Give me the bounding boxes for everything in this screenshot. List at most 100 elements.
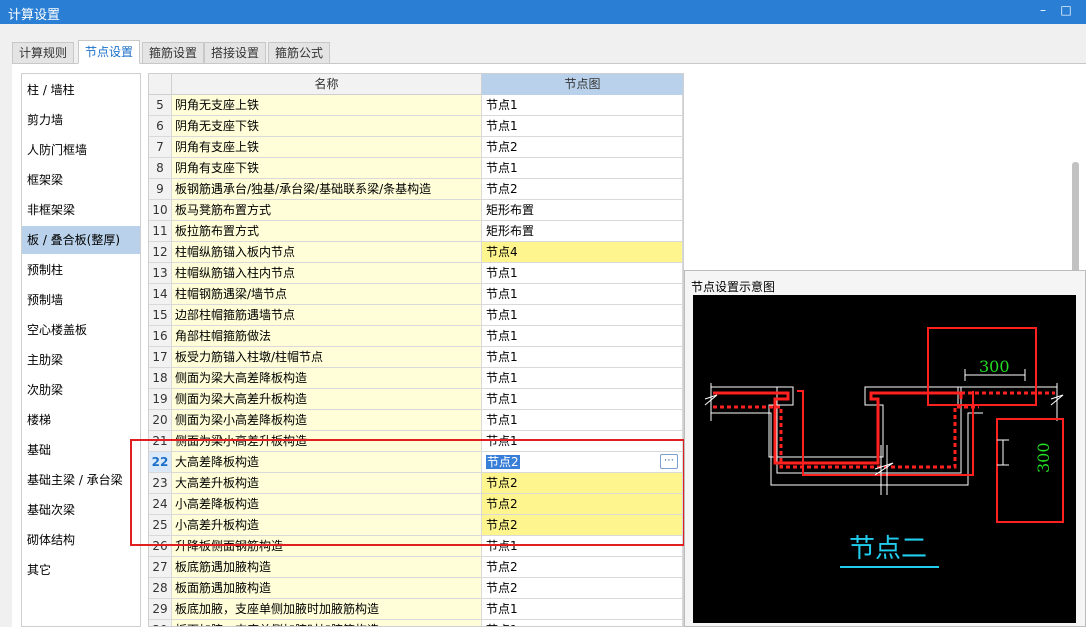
row-name[interactable]: 板底筋遇加腋构造 (172, 557, 482, 578)
row-name[interactable]: 侧面为梁小高差降板构造 (172, 410, 482, 431)
row-node[interactable]: 节点2 (482, 179, 683, 200)
row-node-selected-text[interactable]: 节点2 (486, 455, 520, 469)
sidebar-item-secondary-rib-beam[interactable]: 次肋梁 (22, 376, 140, 404)
sidebar-item-civil-defense-frame[interactable]: 人防门框墙 (22, 136, 140, 164)
table-row[interactable]: 24 小高差降板构造 节点2 (149, 494, 683, 515)
row-node[interactable]: 节点1 (482, 326, 683, 347)
row-node[interactable]: 节点1 (482, 431, 683, 452)
row-name[interactable]: 柱帽钢筋遇梁/墙节点 (172, 284, 482, 305)
row-node[interactable]: 节点2 (482, 137, 683, 158)
sidebar-item-frame-beam[interactable]: 框架梁 (22, 166, 140, 194)
row-node[interactable]: 节点1 (482, 620, 683, 626)
table-row[interactable]: 25 小高差升板构造 节点2 (149, 515, 683, 536)
row-name[interactable]: 板马凳筋布置方式 (172, 200, 482, 221)
sidebar-item-shear-wall[interactable]: 剪力墙 (22, 106, 140, 134)
row-name[interactable]: 柱帽纵筋锚入板内节点 (172, 242, 482, 263)
sidebar-item-precast-column[interactable]: 预制柱 (22, 256, 140, 284)
row-node[interactable]: 节点2 (482, 578, 683, 599)
sidebar-item-precast-wall[interactable]: 预制墙 (22, 286, 140, 314)
table-row[interactable]: 17 板受力筋锚入柱墩/柱帽节点 节点1 (149, 347, 683, 368)
tab-lap-settings[interactable]: 搭接设置 (204, 42, 267, 64)
sidebar-item-main-rib-beam[interactable]: 主肋梁 (22, 346, 140, 374)
sidebar-item-non-frame-beam[interactable]: 非框架梁 (22, 196, 140, 224)
row-node[interactable]: 节点1 (482, 389, 683, 410)
table-row[interactable]: 18 侧面为梁大高差降板构造 节点1 (149, 368, 683, 389)
row-name[interactable]: 大高差升板构造 (172, 473, 482, 494)
tab-stirrup-formula[interactable]: 箍筋公式 (268, 42, 331, 64)
row-name[interactable]: 板底加腋，支座单侧加腋时加腋筋构造 (172, 599, 482, 620)
row-node[interactable]: 节点1 (482, 347, 683, 368)
tab-calc-rules[interactable]: 计算规则 (12, 42, 75, 64)
header-name[interactable]: 名称 (172, 74, 482, 95)
table-row[interactable]: 19 侧面为梁大高差升板构造 节点1 (149, 389, 683, 410)
tab-stirrup-settings[interactable]: 箍筋设置 (142, 42, 205, 64)
row-name[interactable]: 侧面为梁小高差升板构造 (172, 431, 482, 452)
row-name[interactable]: 角部柱帽箍筋做法 (172, 326, 482, 347)
row-name[interactable]: 板钢筋遇承台/独基/承台梁/基础联系梁/条基构造 (172, 179, 482, 200)
row-name[interactable]: 大高差降板构造 (172, 452, 482, 473)
header-node[interactable]: 节点图 (482, 74, 683, 95)
row-name[interactable]: 阴角有支座上铁 (172, 137, 482, 158)
table-row[interactable]: 22 大高差降板构造 节点2 ⋯ (149, 452, 683, 473)
row-node[interactable]: 矩形布置 (482, 221, 683, 242)
table-row[interactable]: 29 板底加腋，支座单侧加腋时加腋筋构造 节点1 (149, 599, 683, 620)
table-row[interactable]: 27 板底筋遇加腋构造 节点2 (149, 557, 683, 578)
row-node[interactable]: 节点1 (482, 599, 683, 620)
table-row[interactable]: 11 板拉筋布置方式 矩形布置 (149, 221, 683, 242)
row-name[interactable]: 板拉筋布置方式 (172, 221, 482, 242)
minimize-button[interactable]: – (1032, 3, 1054, 21)
row-node[interactable]: 节点2 ⋯ (482, 452, 683, 473)
row-node[interactable]: 节点1 (482, 95, 683, 116)
table-row[interactable]: 8 阴角有支座下铁 节点1 (149, 158, 683, 179)
row-name[interactable]: 板受力筋锚入柱墩/柱帽节点 (172, 347, 482, 368)
row-name[interactable]: 小高差降板构造 (172, 494, 482, 515)
row-name[interactable]: 柱帽纵筋锚入柱内节点 (172, 263, 482, 284)
table-row[interactable]: 23 大高差升板构造 节点2 (149, 473, 683, 494)
table-row[interactable]: 28 板面筋遇加腋构造 节点2 (149, 578, 683, 599)
table-row[interactable]: 14 柱帽钢筋遇梁/墙节点 节点1 (149, 284, 683, 305)
row-name[interactable]: 阴角无支座上铁 (172, 95, 482, 116)
table-row[interactable]: 10 板马凳筋布置方式 矩形布置 (149, 200, 683, 221)
table-row[interactable]: 6 阴角无支座下铁 节点1 (149, 116, 683, 137)
row-node[interactable]: 节点4 (482, 242, 683, 263)
sidebar-item-hollow-floor[interactable]: 空心楼盖板 (22, 316, 140, 344)
sidebar-item-slab[interactable]: 板 / 叠合板(整厚) (22, 226, 140, 254)
sidebar-item-stairs[interactable]: 楼梯 (22, 406, 140, 434)
sidebar-item-foundation[interactable]: 基础 (22, 436, 140, 464)
table-row[interactable]: 12 柱帽纵筋锚入板内节点 节点4 (149, 242, 683, 263)
table-row[interactable]: 5 阴角无支座上铁 节点1 (149, 95, 683, 116)
table-row[interactable]: 21 侧面为梁小高差升板构造 节点1 (149, 431, 683, 452)
row-name[interactable]: 升降板侧面钢筋构造 (172, 536, 482, 557)
table-row[interactable]: 13 柱帽纵筋锚入柱内节点 节点1 (149, 263, 683, 284)
sidebar-item-masonry[interactable]: 砌体结构 (22, 526, 140, 554)
row-name[interactable]: 阴角无支座下铁 (172, 116, 482, 137)
row-name[interactable]: 侧面为梁大高差升板构造 (172, 389, 482, 410)
table-row[interactable]: 15 边部柱帽箍筋遇墙节点 节点1 (149, 305, 683, 326)
row-node[interactable]: 节点2 (482, 494, 683, 515)
sidebar-item-foundation-main-beam[interactable]: 基础主梁 / 承台梁 (22, 466, 140, 494)
table-row[interactable]: 30板面加腋，支座单侧加腋时加腋筋构造节点1 (149, 620, 683, 626)
row-node[interactable]: 节点1 (482, 284, 683, 305)
row-node[interactable]: 节点1 (482, 305, 683, 326)
table-row[interactable]: 20 侧面为梁小高差降板构造 节点1 (149, 410, 683, 431)
row-node[interactable]: 节点1 (482, 263, 683, 284)
row-node[interactable]: 节点1 (482, 158, 683, 179)
row-node[interactable]: 节点2 (482, 515, 683, 536)
row-name[interactable]: 板面筋遇加腋构造 (172, 578, 482, 599)
row-name[interactable]: 小高差升板构造 (172, 515, 482, 536)
sidebar-item-other[interactable]: 其它 (22, 556, 140, 584)
row-node[interactable]: 节点2 (482, 473, 683, 494)
row-name[interactable]: 阴角有支座下铁 (172, 158, 482, 179)
row-node[interactable]: 节点1 (482, 368, 683, 389)
row-node[interactable]: 节点2 (482, 557, 683, 578)
maximize-button[interactable]: □ (1055, 3, 1077, 21)
ellipsis-button[interactable]: ⋯ (660, 454, 678, 469)
row-name[interactable]: 边部柱帽箍筋遇墙节点 (172, 305, 482, 326)
row-name[interactable]: 侧面为梁大高差降板构造 (172, 368, 482, 389)
row-node[interactable]: 节点1 (482, 536, 683, 557)
tab-node-settings[interactable]: 节点设置 (78, 40, 141, 64)
scrollbar-thumb[interactable] (1072, 162, 1079, 277)
row-node[interactable]: 节点1 (482, 116, 683, 137)
table-row[interactable]: 26 升降板侧面钢筋构造 节点1 (149, 536, 683, 557)
sidebar-item-column[interactable]: 柱 / 墙柱 (22, 76, 140, 104)
